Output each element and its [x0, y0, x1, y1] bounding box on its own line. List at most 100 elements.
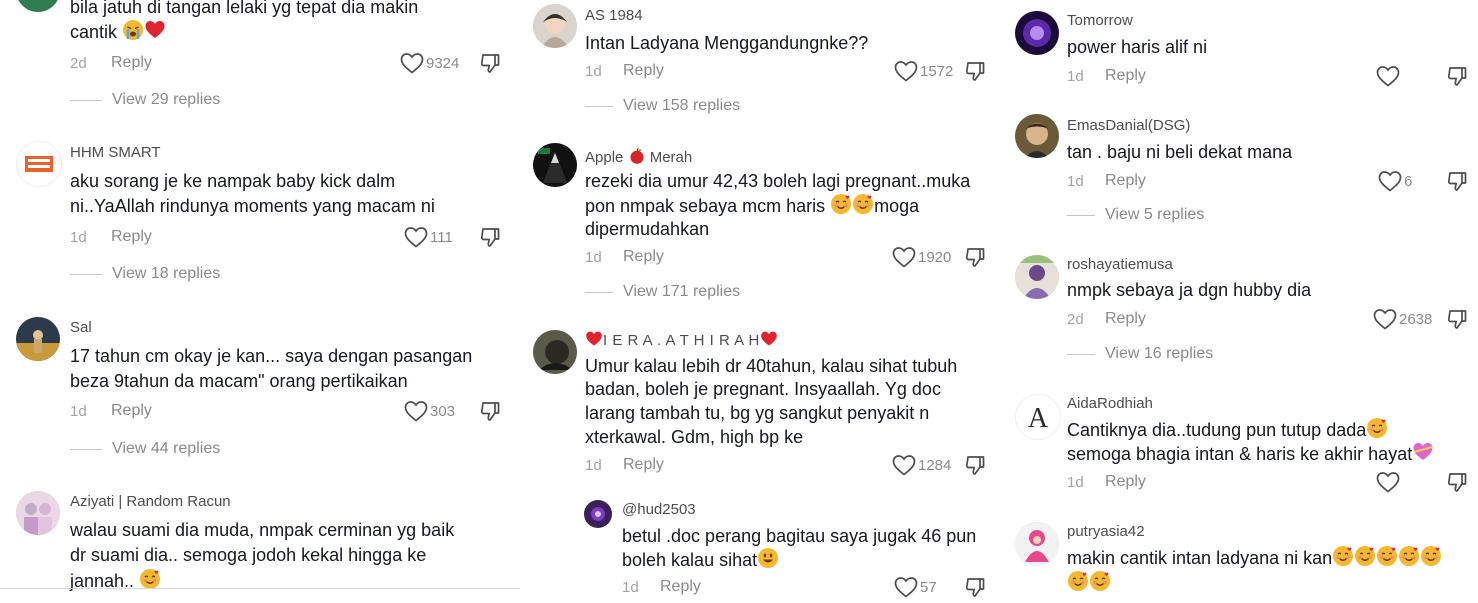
dislike-button[interactable]	[964, 576, 986, 603]
comment-username[interactable]: EmasDanial(DSG)	[1067, 117, 1190, 134]
reply-button[interactable]: Reply	[623, 456, 664, 474]
reply-button[interactable]: Reply	[111, 402, 152, 420]
view-replies-button[interactable]: View 29 replies	[70, 91, 220, 109]
view-replies-label: View 171 replies	[623, 283, 741, 300]
heart-with-ribbon-emoji	[1412, 441, 1434, 463]
comment-age: 2d	[1067, 311, 1084, 328]
comment-username[interactable]: AidaRodhiah	[1067, 395, 1153, 412]
comment-meta: 2d Reply 2638	[1006, 308, 1478, 332]
dislike-button[interactable]	[964, 60, 986, 87]
comment-meta: 1d Reply 1284	[520, 454, 1006, 478]
dislike-button[interactable]	[1446, 170, 1468, 197]
reply-button[interactable]: Reply	[623, 248, 664, 266]
avatar[interactable]: A	[1015, 394, 1061, 440]
view-replies-button[interactable]: View 44 replies	[70, 440, 220, 458]
comment-meta: 1d Reply 6	[1006, 170, 1478, 194]
avatar[interactable]	[533, 143, 577, 187]
comment-username[interactable]: roshayatiemusa	[1067, 256, 1173, 273]
smiling-face-with-hearts-emoji	[1420, 545, 1442, 567]
avatar[interactable]	[1015, 11, 1059, 55]
avatar[interactable]	[1015, 114, 1059, 158]
avatar[interactable]	[533, 4, 577, 48]
dislike-button[interactable]	[479, 400, 501, 427]
view-replies-label: View 29 replies	[112, 91, 221, 108]
thumb-down-outline-icon	[479, 226, 501, 248]
divider-line	[70, 448, 102, 450]
comment-username[interactable]: putryasia42	[1067, 523, 1145, 540]
view-replies-button[interactable]: View 5 replies	[1067, 206, 1204, 224]
comment-meta: 1d Reply 1572	[520, 60, 1006, 84]
dislike-button[interactable]	[964, 246, 986, 273]
divider-line	[585, 291, 613, 293]
reply-button[interactable]: Reply	[1105, 310, 1146, 328]
comment-text: beza 9tahun da macam" orang pertikaikan	[70, 371, 408, 391]
view-replies-button[interactable]: View 18 replies	[70, 265, 220, 283]
like-button[interactable]: 303	[404, 400, 455, 422]
comment-text: walau suami dia muda, nmpak cerminan yg …	[70, 520, 455, 540]
dislike-button[interactable]	[1446, 308, 1468, 335]
comment-username[interactable]: I E R A . A T H I R A H	[585, 330, 778, 349]
like-button[interactable]: 111	[404, 226, 453, 248]
view-replies-button[interactable]: View 171 replies	[585, 283, 740, 301]
like-count: 111	[430, 228, 453, 246]
like-count: 303	[430, 402, 456, 420]
dislike-button[interactable]	[1446, 471, 1468, 498]
reply-button[interactable]: Reply	[623, 62, 664, 80]
loudly-crying-emoji	[122, 19, 144, 41]
reply-button[interactable]: Reply	[1105, 473, 1146, 491]
comment-username[interactable]: AS 1984	[585, 7, 643, 24]
svg-text:A: A	[1028, 403, 1049, 434]
like-button[interactable]: 1284	[892, 454, 951, 476]
comment-username[interactable]: Tomorrow	[1067, 12, 1133, 29]
comment-username[interactable]: @hud2503	[622, 501, 696, 518]
like-button[interactable]: 1920	[892, 246, 951, 268]
reply-button[interactable]: Reply	[1105, 172, 1146, 190]
avatar[interactable]	[16, 0, 60, 12]
heart-outline-icon	[1376, 65, 1400, 87]
avatar[interactable]	[16, 317, 60, 361]
heart-outline-icon	[1378, 170, 1402, 192]
comment-username[interactable]: Aziyati | Random Racun	[70, 493, 231, 510]
like-button[interactable]	[1376, 471, 1400, 493]
comment-text: larang tambah tu, bg yg sangkut penyakit…	[585, 403, 930, 423]
like-button[interactable]: 1572	[894, 60, 953, 82]
avatar[interactable]	[1015, 522, 1059, 566]
avatar[interactable]	[16, 141, 62, 187]
comment-username[interactable]: Apple Merah	[585, 147, 692, 166]
comment-age: 1d	[585, 249, 602, 266]
like-button[interactable]: 9324	[400, 52, 459, 74]
smiling-face-with-hearts-emoji	[139, 568, 161, 590]
comment-username[interactable]: HHM SMART	[70, 144, 161, 161]
dislike-button[interactable]	[964, 454, 986, 481]
thumb-down-outline-icon	[1446, 471, 1468, 493]
avatar[interactable]	[16, 491, 60, 535]
comment-username[interactable]: Sal	[70, 319, 92, 336]
avatar[interactable]	[1015, 255, 1059, 299]
comment-age: 1d	[70, 229, 87, 246]
red-heart-emoji	[760, 330, 778, 348]
view-replies-button[interactable]: View 16 replies	[1067, 345, 1213, 363]
like-button[interactable]: 2638	[1373, 308, 1432, 330]
reply-button[interactable]: Reply	[111, 228, 152, 246]
dislike-button[interactable]	[1446, 65, 1468, 92]
comment-text: cantik	[70, 19, 166, 45]
comment-age: 1d	[70, 403, 87, 420]
like-button[interactable]	[1376, 65, 1400, 87]
like-button[interactable]: 6	[1378, 170, 1412, 192]
comment-text: jannah..	[70, 568, 161, 594]
dislike-button[interactable]	[479, 52, 501, 79]
divider	[0, 588, 520, 589]
reply-button[interactable]: Reply	[1105, 67, 1146, 85]
avatar[interactable]	[584, 500, 612, 528]
comment-text: rezeki dia umur 42,43 boleh lagi pregnan…	[585, 171, 971, 191]
view-replies-button[interactable]: View 158 replies	[585, 97, 740, 115]
reply-button[interactable]: Reply	[111, 54, 152, 72]
dislike-button[interactable]	[479, 226, 501, 253]
like-count: 9324	[426, 54, 460, 72]
reply-button[interactable]: Reply	[660, 578, 701, 596]
like-count: 2638	[1399, 310, 1433, 328]
heart-outline-icon	[892, 246, 916, 268]
avatar[interactable]	[533, 330, 577, 374]
comment-text: semoga bhagia intan & haris ke akhir hay…	[1067, 441, 1434, 467]
red-heart-emoji	[144, 19, 166, 41]
